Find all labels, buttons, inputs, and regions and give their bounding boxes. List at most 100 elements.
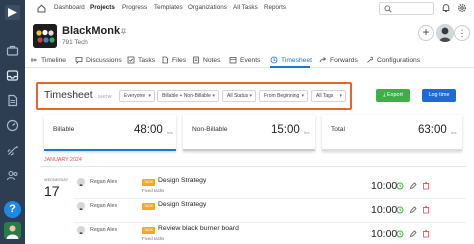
gauge-icon[interactable] (6, 119, 19, 132)
show-label: SHOW (98, 94, 112, 99)
total-bar (322, 149, 462, 151)
edit-icon[interactable] (409, 181, 417, 190)
billable-bar (44, 149, 176, 151)
tab-label: Tasks (138, 56, 156, 64)
clock-icon[interactable] (396, 181, 404, 190)
nav-reports[interactable]: Reports (264, 4, 286, 11)
project-tabs: Timeline Discussions Tasks Files Notes E… (25, 54, 474, 68)
timesheet-row[interactable]: Regan Alex TASK Design Strategy 10:00 (74, 199, 466, 223)
gear-icon[interactable] (457, 3, 467, 13)
status-filter-dropdown[interactable]: All Status ▾ (222, 90, 256, 102)
dropdown-value: Billable + Non-Billable (162, 93, 211, 99)
app-logo[interactable] (5, 5, 20, 20)
project-image (33, 24, 57, 48)
tab-forwards[interactable]: Forwards (319, 56, 358, 64)
files-icon (162, 56, 168, 64)
non-billable-unit: hrs (304, 130, 310, 135)
tags-filter-dropdown[interactable]: All Tags ▾ (311, 90, 346, 102)
delete-icon[interactable] (422, 205, 430, 214)
edit-icon[interactable] (409, 205, 417, 214)
entry-time: 10:00 (371, 204, 398, 216)
user-avatar[interactable] (436, 24, 454, 42)
entry-task-link[interactable]: Design Strategy (158, 201, 206, 208)
tab-configurations[interactable]: Configurations (366, 56, 420, 64)
month-header: JANUARY 2024 (44, 157, 82, 163)
tab-label: Timeline (41, 56, 67, 64)
billable-unit: hrs (167, 130, 173, 135)
billing-filter-dropdown[interactable]: Billable + Non-Billable ▾ (157, 90, 219, 102)
help-icon[interactable]: ? (4, 201, 21, 218)
discussions-icon (75, 57, 83, 64)
notes-icon (193, 56, 199, 64)
document-icon[interactable] (6, 94, 19, 107)
pin-icon[interactable] (120, 28, 127, 35)
billable-label: Billable (53, 126, 75, 133)
search-input[interactable] (379, 2, 434, 15)
tab-files[interactable]: Files (161, 56, 186, 64)
tab-notes[interactable]: Notes (192, 56, 220, 64)
sidebar-user-avatar[interactable] (4, 222, 21, 239)
dropdown-value: All Status (227, 93, 249, 99)
tab-timesheet[interactable]: Timesheet (270, 56, 312, 64)
log-time-button[interactable]: Log time (422, 89, 456, 102)
tab-events[interactable]: Events (229, 56, 260, 64)
forwards-icon (319, 57, 327, 63)
inbox-icon[interactable] (6, 69, 19, 82)
entry-task-link[interactable]: Design Strategy (158, 177, 206, 184)
delete-icon[interactable] (422, 181, 430, 190)
tasks-icon (127, 56, 135, 64)
entry-time: 10:00 (371, 180, 398, 192)
non-billable-bar (183, 149, 315, 151)
nav-dashboard[interactable]: Dashboard (54, 4, 85, 11)
tab-label: Discussions (86, 56, 122, 64)
add-button[interactable]: + (418, 25, 434, 41)
users-icon[interactable] (6, 169, 19, 182)
more-options-icon[interactable]: ⋮ (454, 25, 470, 41)
dropdown-value: Everyone (124, 93, 146, 99)
chevron-down-icon: ▾ (301, 93, 304, 99)
rocket-icon[interactable] (6, 144, 19, 157)
nav-all-tasks[interactable]: All Tasks (233, 4, 258, 11)
period-filter-dropdown[interactable]: From Beginning ▾ (259, 90, 308, 102)
dropdown-value: From Beginning (264, 93, 300, 99)
delete-icon[interactable] (422, 229, 430, 238)
nav-templates[interactable]: Templates (154, 4, 183, 11)
nav-projects[interactable]: Projects (90, 4, 115, 11)
timesheet-title: Timesheet (44, 89, 93, 101)
people-filter-dropdown[interactable]: Everyone ▾ (119, 90, 155, 102)
tab-discussions[interactable]: Discussions (75, 56, 122, 64)
billable-value: 48:00 (134, 124, 163, 136)
summary-cards: Billable 48:00 hrs Non-Billable 15:00 hr… (44, 115, 462, 151)
export-button[interactable]: ⤓ Export (376, 89, 410, 102)
clock-icon[interactable] (396, 205, 404, 214)
entry-user: Regan Alex (90, 227, 118, 233)
chevron-down-icon: ▾ (249, 93, 252, 99)
bell-icon[interactable] (441, 3, 451, 13)
home-icon[interactable] (37, 4, 46, 13)
entry-time: 10:00 (371, 228, 398, 240)
project-title: BlackMonk (62, 25, 121, 37)
tab-timeline[interactable]: Timeline (30, 56, 66, 64)
nav-progress[interactable]: Progress (122, 4, 147, 11)
nav-organizations[interactable]: Organizations (188, 4, 227, 11)
top-navigation: Dashboard Projects Progress Templates Or… (25, 0, 474, 17)
edit-icon[interactable] (409, 229, 417, 238)
avatar (77, 202, 85, 210)
entry-list: Fixed tasks (142, 188, 165, 193)
search-icon (384, 5, 392, 13)
timesheet-row[interactable]: Regan Alex TASK Design Strategy Fixed ta… (74, 175, 466, 199)
clock-icon[interactable] (396, 229, 404, 238)
tab-label: Forwards (330, 56, 358, 64)
tab-label: Events (240, 56, 261, 64)
timesheet-row[interactable]: Regan Alex TASK Review black burner boar… (74, 223, 466, 244)
tab-tasks[interactable]: Tasks (127, 56, 155, 64)
briefcase-icon[interactable] (6, 44, 19, 57)
total-card: Total 63:00 hrs (322, 115, 462, 151)
avatar (77, 226, 85, 234)
tab-label: Timesheet (281, 56, 312, 64)
entry-task-link[interactable]: Review black burner board (158, 225, 239, 232)
entry-list: Fixed tasks (142, 236, 165, 241)
non-billable-label: Non-Billable (192, 126, 228, 133)
total-unit: hrs (451, 130, 457, 135)
dropdown-value: All Tags (316, 93, 334, 99)
